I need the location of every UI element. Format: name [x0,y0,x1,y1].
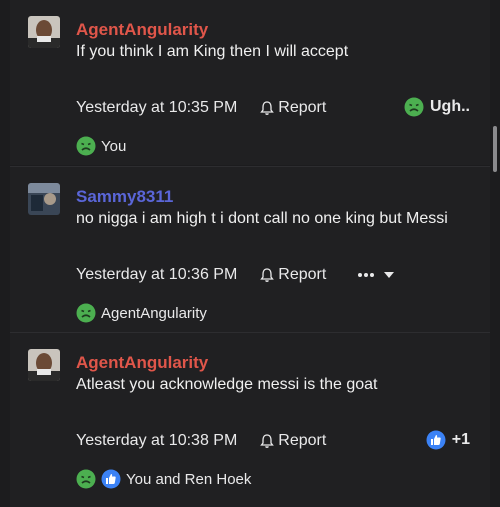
username[interactable]: AgentAngularity [76,20,208,40]
reacted-by-text: AgentAngularity [101,304,207,322]
message-text: no nigga i am high t i dont call no one … [76,210,448,227]
report-label: Report [278,266,327,283]
timestamp[interactable]: Yesterday at 10:35 PM [76,99,237,117]
bell-icon [260,268,275,282]
reaction-button[interactable]: +1 [426,429,470,451]
thumbs-up-icon [426,430,446,450]
more-options-button[interactable] [358,264,394,286]
message-feed: AgentAngularity If you think I am King t… [10,0,490,507]
report-button[interactable]: Report [259,266,326,284]
thumbs-up-icon [101,469,121,489]
post: AgentAngularity Atleast you acknowledge … [10,332,490,507]
post-meta: Yesterday at 10:35 PM Report [76,97,326,119]
message-text: Atleast you acknowledge messi is the goa… [76,376,378,393]
avatar[interactable] [28,349,60,381]
avatar[interactable] [28,183,60,215]
timestamp[interactable]: Yesterday at 10:38 PM [76,432,237,450]
timestamp[interactable]: Yesterday at 10:36 PM [76,266,237,284]
more-dots-icon [358,273,376,277]
post-meta: Yesterday at 10:36 PM Report [76,264,326,286]
reaction-label: +1 [451,431,470,448]
username[interactable]: AgentAngularity [76,353,208,373]
report-label: Report [278,99,327,116]
sick-face-icon [76,469,96,489]
reaction-button[interactable]: Ugh.. [404,96,470,118]
report-button[interactable]: Report [259,432,326,450]
post: Sammy8311 no nigga i am high t i dont ca… [10,166,490,332]
bell-icon [260,101,275,115]
message-text: If you think I am King then I will accep… [76,43,349,60]
reacted-by-text: You and Ren Hoek [126,470,252,488]
reaction-summary[interactable]: You [76,135,126,157]
sick-face-icon [404,97,424,117]
chevron-down-icon [384,272,394,278]
avatar[interactable] [28,16,60,48]
report-label: Report [278,432,327,449]
reaction-summary[interactable]: AgentAngularity [76,302,207,324]
username[interactable]: Sammy8311 [76,187,173,207]
post-meta: Yesterday at 10:38 PM Report [76,430,326,452]
reaction-label: Ugh.. [430,98,470,115]
report-button[interactable]: Report [259,99,326,117]
reaction-summary[interactable]: You and Ren Hoek [76,468,251,490]
post: AgentAngularity If you think I am King t… [10,0,490,165]
bell-icon [260,434,275,448]
reacted-by-text: You [101,137,127,155]
sick-face-icon [76,136,96,156]
scrollbar-thumb[interactable] [493,126,497,172]
sick-face-icon [76,303,96,323]
